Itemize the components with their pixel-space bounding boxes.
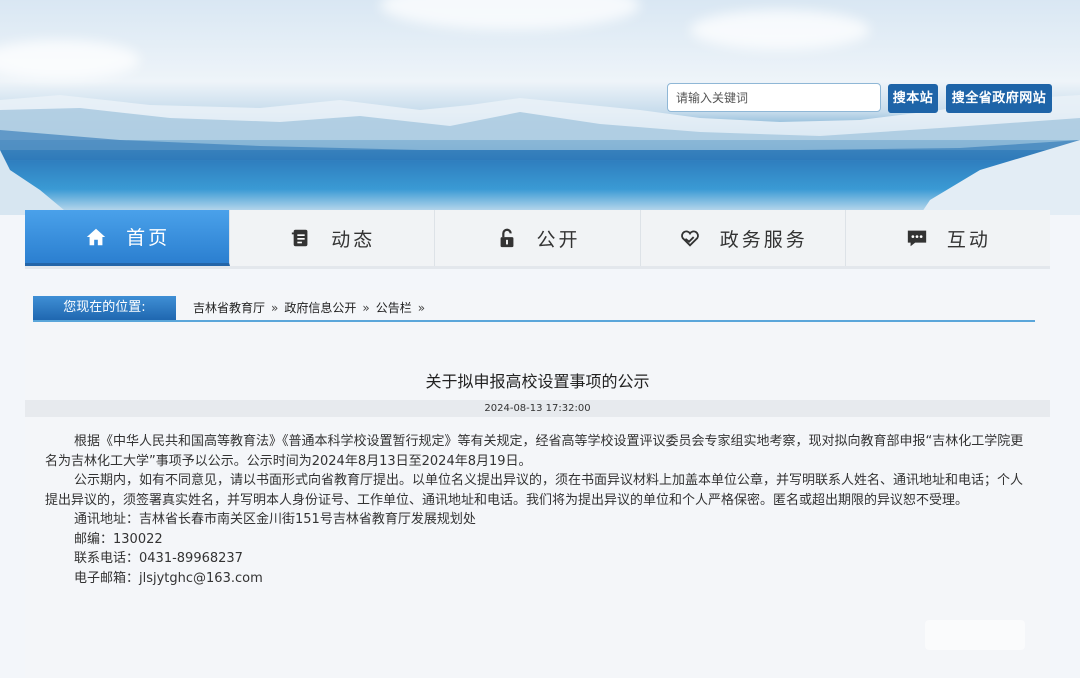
article-paragraph: 公示期内，如有不同意见，请以书面形式向省教育厅提出。以单位名义提出异议的，须在书… [45, 473, 1024, 508]
document-icon [289, 226, 313, 250]
header-banner: 搜本站 搜全省政府网站 [0, 0, 1080, 215]
contact-phone: 联系电话：0431-89968237 [74, 551, 243, 566]
breadcrumb-prefix: 您现在的位置: [33, 296, 176, 320]
main-nav: 首页 动态 公开 政务服务 互动 [25, 210, 1050, 269]
nav-item-public[interactable]: 公开 [435, 210, 641, 266]
contact-postcode: 邮编：130022 [74, 531, 163, 547]
lock-icon [495, 226, 519, 250]
content-panel: 您现在的位置: 吉林省教育厅 » 政府信息公开 » 公告栏 » 关于拟申报高校设… [25, 290, 1050, 678]
watermark-area [925, 620, 1025, 650]
heart-hand-icon [678, 226, 702, 250]
breadcrumb-link-department[interactable]: 吉林省教育厅 [193, 296, 265, 320]
breadcrumb-separator: » [271, 301, 279, 315]
contact-email: 电子邮箱：jlsjytghc@163.com [74, 570, 263, 586]
nav-label: 动态 [331, 228, 376, 251]
nav-item-services[interactable]: 政务服务 [641, 210, 846, 266]
nav-label: 互动 [946, 228, 991, 251]
article-body: 根据《中华人民共和国高等教育法》《普通本科学校设置暂行规定》等有关规定，经省高等… [45, 432, 1025, 588]
nav-item-home[interactable]: 首页 [25, 210, 231, 266]
breadcrumb-link-info-public[interactable]: 政府信息公开 [284, 296, 356, 320]
article-title: 关于拟申报高校设置事项的公示 [425, 372, 650, 391]
nav-label: 首页 [126, 227, 171, 249]
search-site-button[interactable]: 搜本站 [888, 84, 938, 113]
nav-item-interact[interactable]: 互动 [846, 210, 1050, 266]
breadcrumb-separator: » [417, 301, 426, 315]
breadcrumb-link-bulletin[interactable]: 公告栏 [376, 296, 412, 320]
contact-address: 通讯地址：吉林省长春市南关区金川街151号吉林省教育厅发展规划处 [74, 512, 476, 527]
article-paragraph: 根据《中华人民共和国高等教育法》《普通本科学校设置暂行规定》等有关规定，经省高等… [45, 434, 1024, 469]
breadcrumb-trail: 吉林省教育厅 » 政府信息公开 » 公告栏 » [193, 296, 425, 320]
nav-label: 政务服务 [719, 228, 808, 251]
nav-item-news[interactable]: 动态 [230, 210, 436, 266]
breadcrumb-separator: » [362, 301, 370, 315]
search-input[interactable] [667, 83, 881, 112]
search-province-button[interactable]: 搜全省政府网站 [946, 84, 1052, 113]
breadcrumb: 您现在的位置: 吉林省教育厅 » 政府信息公开 » 公告栏 » [33, 294, 1035, 322]
article-date: 2024-08-13 17:32:00 [25, 400, 1050, 417]
chat-icon [905, 226, 929, 250]
nav-label: 公开 [536, 228, 581, 251]
home-icon [84, 225, 108, 249]
